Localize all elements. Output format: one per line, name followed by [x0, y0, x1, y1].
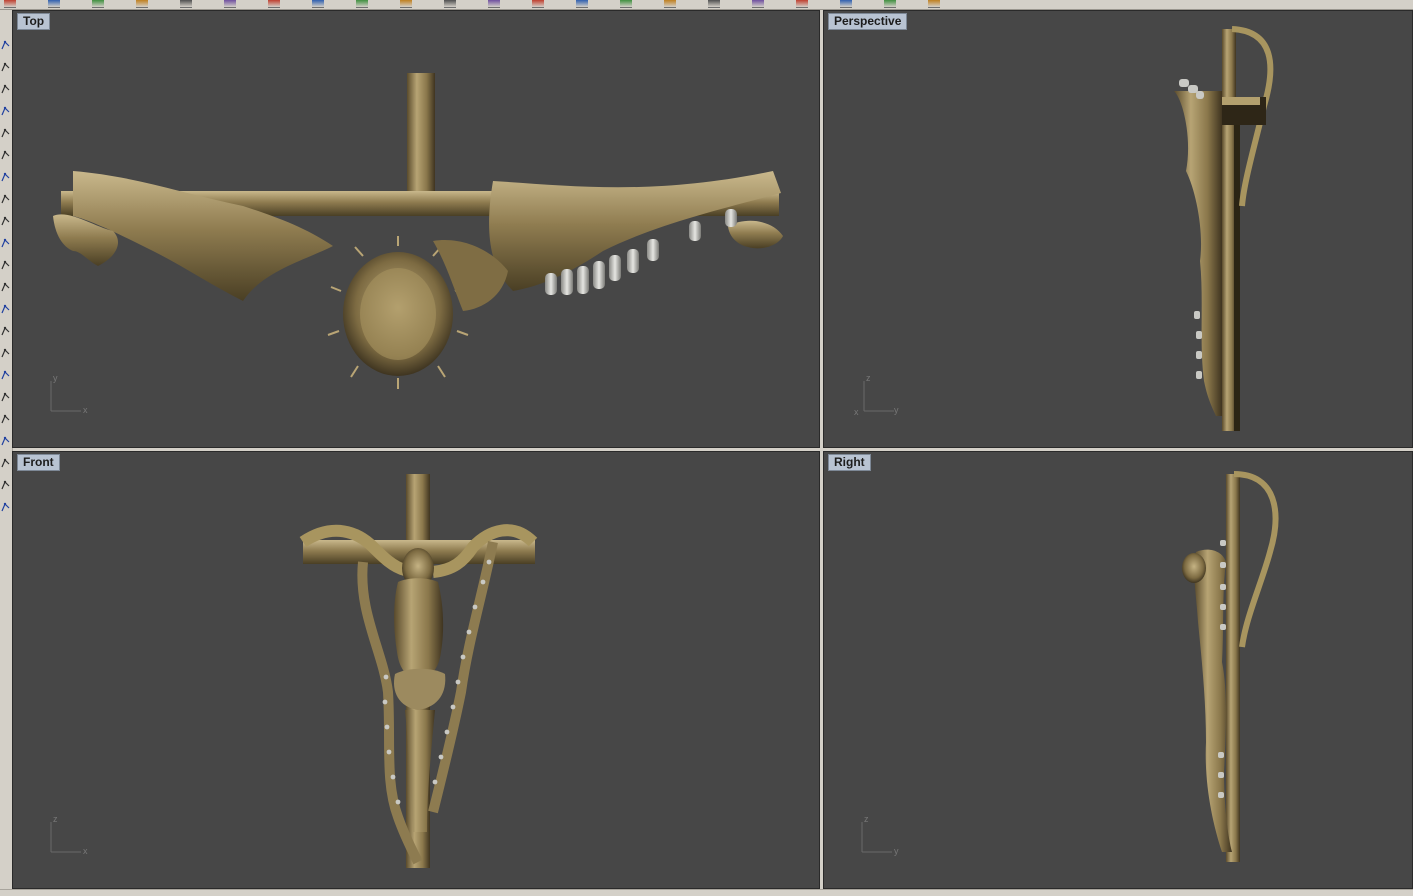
rotate-icon[interactable] — [444, 0, 456, 8]
curve-icon[interactable] — [1, 84, 10, 95]
move-icon[interactable] — [1, 392, 10, 403]
viewport-title[interactable]: Perspective — [828, 13, 908, 30]
box-icon[interactable] — [1, 304, 10, 315]
edit-points-icon[interactable] — [1, 436, 10, 447]
svg-text:x: x — [83, 405, 88, 415]
main-toolbar — [0, 0, 1413, 10]
shade-icon[interactable] — [796, 0, 808, 8]
zoom-extents-icon[interactable] — [576, 0, 588, 8]
solid-icon[interactable] — [1, 238, 10, 249]
viewport-perspective[interactable]: z x y Perspective — [823, 10, 1413, 448]
zoom-icon[interactable] — [488, 0, 500, 8]
open-file-icon[interactable] — [48, 0, 60, 8]
save-icon[interactable] — [92, 0, 104, 8]
text-icon[interactable] — [1, 502, 10, 513]
axis-indicator: z x — [50, 814, 88, 856]
surface-icon[interactable] — [1, 216, 10, 227]
circle-icon[interactable] — [1, 128, 10, 139]
viewport-title[interactable]: Top — [17, 13, 51, 30]
model-front-view — [299, 474, 538, 868]
ellipse-icon[interactable] — [1, 194, 10, 205]
svg-text:y: y — [53, 373, 58, 383]
svg-text:z: z — [866, 373, 871, 383]
viewport-right[interactable]: z y Right — [823, 451, 1413, 889]
svg-text:x: x — [854, 407, 859, 417]
viewport-front[interactable]: z x Front — [12, 451, 820, 889]
select-icon[interactable] — [620, 0, 632, 8]
grid-icon[interactable] — [664, 0, 676, 8]
render-icon[interactable] — [752, 0, 764, 8]
paste-icon[interactable] — [268, 0, 280, 8]
loft-icon[interactable] — [1, 348, 10, 359]
viewport-title[interactable]: Front — [17, 454, 60, 471]
dot-icon[interactable] — [1, 370, 10, 381]
axis-indicator: y x — [50, 373, 88, 415]
help-icon[interactable] — [928, 0, 940, 8]
point-icon[interactable] — [1, 40, 10, 51]
viewport-top[interactable]: y x Top — [12, 10, 820, 448]
dimension-icon[interactable] — [1, 458, 10, 469]
axis-indicator: z y — [861, 814, 899, 856]
material-icon[interactable] — [840, 0, 852, 8]
layer-icon[interactable] — [1, 480, 10, 491]
pan-icon[interactable] — [400, 0, 412, 8]
svg-text:x: x — [83, 846, 88, 856]
extrude-icon[interactable] — [1, 326, 10, 337]
cylinder-icon[interactable] — [1, 282, 10, 293]
sphere-icon[interactable] — [1, 260, 10, 271]
redo-icon[interactable] — [356, 0, 368, 8]
zoom-window-icon[interactable] — [532, 0, 544, 8]
rectangle-icon[interactable] — [1, 150, 10, 161]
svg-text:y: y — [894, 846, 899, 856]
axis-indicator: z x y — [854, 373, 899, 417]
light-icon[interactable] — [884, 0, 896, 8]
viewport-title[interactable]: Right — [828, 454, 871, 471]
transform-icon[interactable] — [1, 414, 10, 425]
svg-text:y: y — [894, 405, 899, 415]
cut-icon[interactable] — [180, 0, 192, 8]
new-file-icon[interactable] — [4, 0, 16, 8]
polyline-icon[interactable] — [1, 62, 10, 73]
arc-icon[interactable] — [1, 106, 10, 117]
polygon-icon[interactable] — [1, 172, 10, 183]
osnap-icon[interactable] — [708, 0, 720, 8]
svg-text:z: z — [53, 814, 58, 824]
print-icon[interactable] — [136, 0, 148, 8]
model-top-view — [53, 73, 783, 389]
copy-icon[interactable] — [224, 0, 236, 8]
undo-icon[interactable] — [312, 0, 324, 8]
svg-text:z: z — [864, 814, 869, 824]
